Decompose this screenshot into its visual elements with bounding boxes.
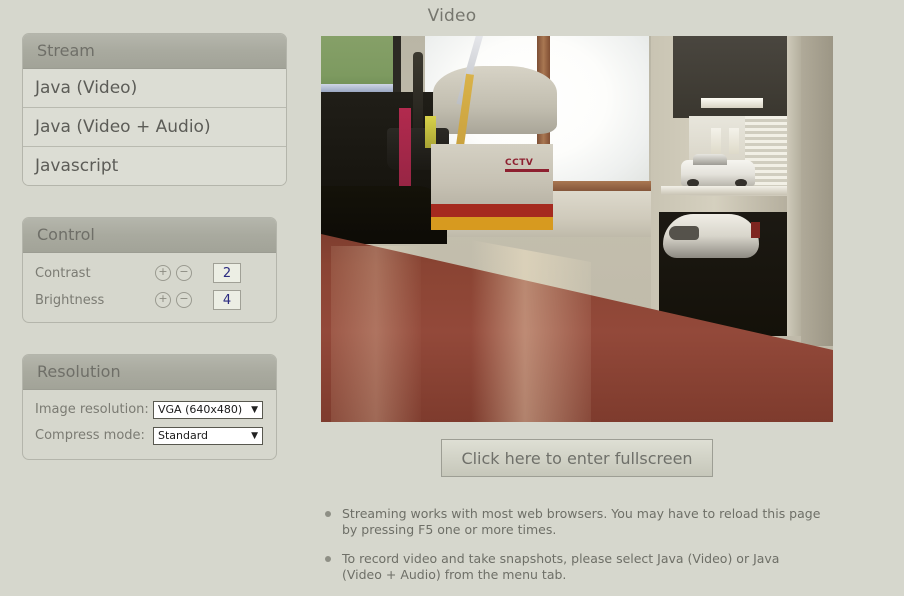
video-cctv-box-yellow-band <box>431 217 553 230</box>
bullet-icon <box>325 556 331 562</box>
contrast-input[interactable] <box>213 263 241 283</box>
image-resolution-value: VGA (640x480) <box>158 402 243 416</box>
compress-mode-row: Compress mode: Standard ▼ <box>23 423 276 448</box>
video-pen-dark <box>413 52 423 134</box>
brightness-label: Brightness <box>35 292 105 308</box>
image-resolution-label: Image resolution: <box>35 402 149 417</box>
resolution-panel-body: Image resolution: VGA (640x480) ▼ Compre… <box>23 390 276 459</box>
compress-mode-value: Standard <box>158 428 209 442</box>
contrast-label: Contrast <box>35 265 91 281</box>
contrast-row: Contrast + − <box>23 260 276 286</box>
video-cables <box>321 186 447 244</box>
video-desk-glare <box>471 240 591 422</box>
video-toy-car-cabin <box>693 154 727 165</box>
control-panel-header: Control <box>23 218 276 253</box>
video-cctv-box-red-band <box>431 204 553 217</box>
contrast-decrease-icon[interactable]: − <box>176 265 192 281</box>
video-wall-edge <box>787 36 801 336</box>
left-sidebar: Stream Java (Video) Java (Video + Audio)… <box>22 33 287 460</box>
brightness-row: Brightness + − <box>23 287 276 313</box>
control-panel: Control Contrast + − Brightness + − <box>22 217 277 323</box>
brightness-stepper: + − <box>155 292 201 308</box>
sidebar-item-java-video-audio[interactable]: Java (Video + Audio) <box>23 108 286 147</box>
brightness-decrease-icon[interactable]: − <box>176 292 192 308</box>
note-text: Streaming works with most web browsers. … <box>342 506 821 537</box>
sidebar-item-javascript[interactable]: Javascript <box>23 147 286 185</box>
control-panel-body: Contrast + − Brightness + − <box>23 253 276 322</box>
contrast-stepper: + − <box>155 265 201 281</box>
compress-mode-label: Compress mode: <box>35 428 145 443</box>
video-stream-view[interactable]: CCTV <box>321 36 833 422</box>
video-hat <box>433 66 557 134</box>
stream-menu-panel: Stream Java (Video) Java (Video + Audio)… <box>22 33 287 186</box>
page-title: Video <box>427 6 477 26</box>
video-helmet-visor <box>669 226 699 240</box>
video-bottle-left <box>711 128 721 154</box>
note-item: Streaming works with most web browsers. … <box>322 506 822 538</box>
enter-fullscreen-button[interactable]: Click here to enter fullscreen <box>441 439 713 477</box>
video-cabinet-light <box>701 98 763 108</box>
image-resolution-select[interactable]: VGA (640x480) ▼ <box>153 400 263 419</box>
brightness-increase-icon[interactable]: + <box>155 292 171 308</box>
note-text: To record video and take snapshots, plea… <box>342 551 780 582</box>
resolution-panel-header: Resolution <box>23 355 276 390</box>
info-notes: Streaming works with most web browsers. … <box>322 506 822 596</box>
chevron-down-icon: ▼ <box>251 404 258 415</box>
video-cctv-box-label: CCTV <box>505 158 534 168</box>
bullet-icon <box>325 511 331 517</box>
stream-menu-header: Stream <box>23 34 286 69</box>
contrast-increase-icon[interactable]: + <box>155 265 171 281</box>
video-frame-content: CCTV <box>321 36 833 422</box>
compress-mode-select[interactable]: Standard ▼ <box>153 426 263 445</box>
video-desk-glare-left <box>331 246 421 422</box>
sidebar-item-java-video[interactable]: Java (Video) <box>23 69 286 108</box>
chevron-down-icon: ▼ <box>251 430 258 441</box>
video-cctv-box-underline <box>505 169 549 172</box>
video-bottle-right <box>729 128 739 154</box>
video-right-wall-strip <box>801 36 833 346</box>
video-shelf <box>661 186 793 195</box>
note-item: To record video and take snapshots, plea… <box>322 551 822 583</box>
resolution-panel: Resolution Image resolution: VGA (640x48… <box>22 354 277 460</box>
video-red-object <box>751 222 760 238</box>
video-monitor-taskbar <box>321 84 393 92</box>
brightness-input[interactable] <box>213 290 241 310</box>
image-resolution-row: Image resolution: VGA (640x480) ▼ <box>23 397 276 422</box>
